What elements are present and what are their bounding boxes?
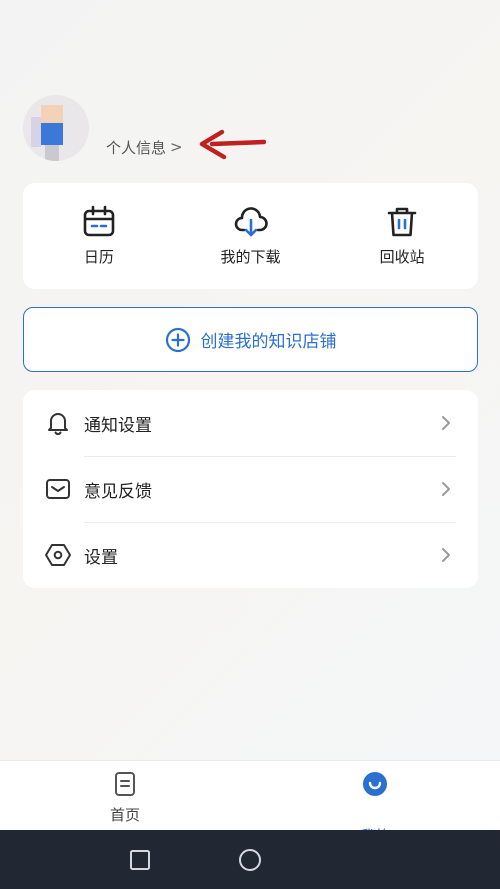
annotation-arrow-icon: [199, 129, 266, 160]
notification-settings-item[interactable]: 通知设置: [23, 390, 478, 456]
chevron-right-icon: [442, 548, 450, 562]
plus-circle-icon: [165, 327, 190, 352]
calendar-label: 日历: [83, 248, 114, 266]
quick-actions-card: 日历 我的下载 回收站: [23, 183, 478, 289]
create-knowledge-store-button[interactable]: 创建我的知识店铺: [23, 307, 478, 372]
document-home-icon: [115, 772, 135, 796]
calendar-button[interactable]: 日历: [23, 183, 175, 289]
profile-info-link[interactable]: 个人信息 >: [106, 137, 183, 157]
bell-icon: [48, 413, 68, 435]
settings-label: 设置: [84, 547, 118, 568]
bottom-nav: 首页 我的: [0, 760, 500, 831]
nav-home-label: 首页: [109, 806, 140, 824]
notification-settings-label: 通知设置: [84, 415, 152, 436]
recent-apps-icon[interactable]: [128, 848, 152, 872]
create-knowledge-store-label: 创建我的知识店铺: [200, 332, 337, 352]
nav-me[interactable]: 我的: [250, 761, 500, 831]
nav-home[interactable]: 首页: [0, 761, 250, 831]
feedback-label: 意见反馈: [84, 481, 152, 502]
trash-icon: [387, 207, 417, 237]
avatar[interactable]: [23, 95, 89, 161]
profile-info-label: 个人信息: [106, 138, 167, 157]
chevron-right-icon: [442, 482, 450, 496]
recycle-bin-label: 回收站: [379, 248, 425, 266]
smile-profile-icon: [363, 772, 387, 796]
chevron-right-icon: >: [170, 138, 183, 156]
cloud-download-icon: [234, 207, 268, 237]
settings-item[interactable]: 设置: [23, 522, 478, 588]
hexagon-settings-icon: [45, 544, 71, 566]
my-downloads-label: 我的下载: [220, 248, 281, 266]
home-button-icon[interactable]: [238, 848, 262, 872]
calendar-icon: [83, 205, 115, 237]
system-navigation-bar: [0, 830, 500, 889]
settings-list-card: 通知设置 意见反馈 设置: [23, 390, 478, 588]
my-downloads-button[interactable]: 我的下载: [175, 183, 327, 289]
feedback-item[interactable]: 意见反馈: [23, 456, 478, 522]
chevron-right-icon: [442, 416, 450, 430]
envelope-icon: [46, 479, 70, 499]
recycle-bin-button[interactable]: 回收站: [326, 183, 478, 289]
my-page-screen: 个人信息 > 日历 我的下载 回收站 创建我的知识店铺 通知设置 意见反馈 设置…: [0, 0, 500, 889]
